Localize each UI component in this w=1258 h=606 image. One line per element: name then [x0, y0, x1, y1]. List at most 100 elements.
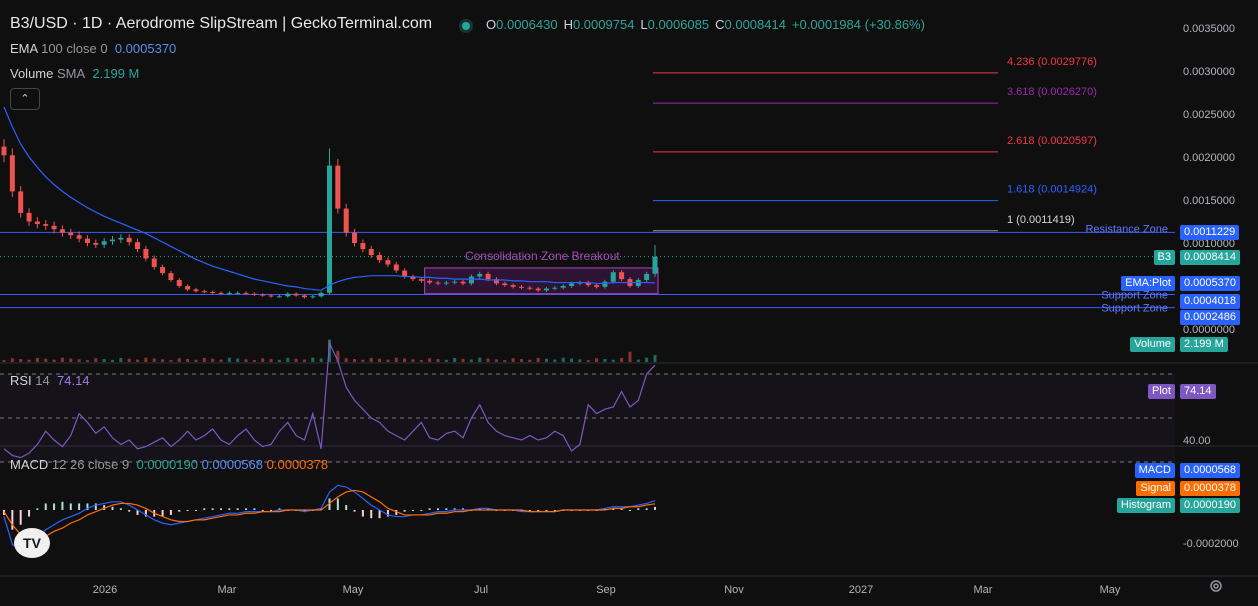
volume-bar [403, 358, 407, 362]
volume-bar [519, 359, 523, 362]
volume-bar [52, 359, 56, 362]
macd-histogram-bar [411, 510, 414, 511]
rsi-legend[interactable]: RSI 14 74.14 [10, 373, 90, 388]
candle-body [527, 287, 533, 289]
change-value: +0.0001984 (+30.86%) [791, 17, 925, 32]
volume-bar [69, 358, 73, 362]
macd-value-tag: 0.0000190 [1180, 498, 1240, 513]
annotation-label: Consolidation Zone Breakout [465, 249, 620, 263]
macd-histogram-bar [361, 510, 364, 517]
candle-body [118, 237, 124, 240]
macd-histogram-bar [437, 508, 439, 510]
y-tick-label: 0.0030000 [1183, 66, 1235, 78]
macd-legend[interactable]: MACD 12 26 close 9 0.0000190 0.0000568 0… [10, 457, 328, 472]
volume-bar [136, 359, 140, 362]
candle-body [126, 237, 132, 243]
fib-level-label: 4.236 (0.0029776) [1007, 56, 1097, 68]
x-tick-label: May [343, 584, 364, 596]
rsi-band [0, 374, 1175, 462]
volume-bar [194, 359, 198, 362]
signal-line [3, 489, 656, 541]
volume-bar [219, 359, 223, 362]
volume-bar [94, 358, 98, 362]
candle-body [51, 225, 57, 230]
volume-bar [286, 357, 290, 362]
ema-legend[interactable]: EMA 100 close 0 0.0005370 [10, 41, 176, 56]
volume-bar [144, 357, 148, 362]
macd-histogram-bar [111, 506, 114, 510]
x-tick-label: 2026 [93, 584, 117, 596]
macd-histogram-bar [128, 510, 131, 512]
volume-bar [486, 358, 490, 362]
macd-histogram-bar [61, 501, 64, 510]
volume-bar [169, 360, 173, 362]
candle-body [385, 260, 391, 265]
volume-bar [302, 359, 306, 362]
macd-histogram-bar [645, 508, 648, 510]
macd-line [3, 484, 656, 551]
candle-body [185, 286, 191, 290]
candle-body [594, 285, 600, 287]
macd-label-tag: MACD [1134, 463, 1175, 478]
x-tick-label: Mar [974, 584, 993, 596]
volume-bar [319, 358, 323, 362]
chevron-up-icon[interactable]: ⌃ [10, 88, 40, 110]
macd-histogram-bar [161, 510, 164, 517]
fib-level-label: 3.618 (0.0026270) [1007, 86, 1097, 98]
zone-label: Support Zone [1101, 303, 1168, 315]
candle-body [110, 239, 115, 242]
volume-bar [461, 358, 465, 362]
candle-body [243, 292, 249, 294]
macd-tick-label: -0.0002000 [1183, 538, 1239, 550]
candle-body [652, 256, 658, 274]
volume-bar [545, 358, 548, 362]
fib-level-label: 2.618 (0.0020597) [1007, 135, 1097, 147]
candle-body [569, 283, 575, 286]
candle-body [310, 296, 316, 298]
volume-bar [227, 357, 231, 362]
macd-histogram-bar [537, 510, 540, 511]
candle-body [84, 238, 90, 243]
macd-histogram-bar [11, 510, 14, 530]
candle-body [218, 292, 224, 294]
candle-body [360, 243, 366, 250]
macd-histogram-bar [236, 508, 239, 510]
volume-bar [369, 357, 373, 362]
volume-legend[interactable]: Volume SMA 2.199 M [10, 66, 139, 81]
macd-histogram-bar [261, 510, 264, 511]
last-price-tag: 0.0008414 [1180, 249, 1240, 265]
candle-body [485, 273, 491, 280]
macd-histogram-bar [353, 510, 356, 512]
fib-level-label: 1.618 (0.0014924) [1007, 184, 1097, 196]
macd-histogram-bar [445, 508, 448, 510]
y-tick-label: 0.0015000 [1183, 195, 1235, 207]
volume-bar [444, 359, 448, 362]
candle-body [301, 295, 307, 298]
volume-bar [353, 359, 357, 362]
x-tick-label: May [1100, 584, 1121, 596]
candle-body [18, 191, 24, 213]
candle-body [235, 292, 241, 294]
volume-bar [469, 359, 473, 362]
volume-bar [586, 360, 590, 362]
zone-price-tag: 0.0002486 [1180, 309, 1240, 325]
volume-bar [494, 359, 498, 362]
volume-bar [127, 358, 131, 362]
candle-body [602, 281, 608, 287]
volume-bar [85, 360, 89, 362]
chart-canvas[interactable]: 0.0035000 0.0030000 0.0025000 0.0020000 0.00… [0, 0, 1258, 606]
macd-histogram-bar [253, 508, 256, 510]
macd-histogram-bar [654, 506, 656, 510]
volume-bar [620, 357, 624, 362]
volume-bar [645, 357, 649, 362]
volume-bar [60, 357, 64, 362]
macd-histogram-bar [428, 508, 431, 510]
volume-bar [27, 359, 31, 362]
volume-bar [428, 358, 432, 362]
gear-icon[interactable] [1208, 578, 1224, 594]
volume-bar [570, 358, 574, 362]
macd-histogram-bar [637, 508, 640, 510]
volume-bar [277, 359, 281, 362]
macd-histogram-bar [78, 503, 81, 510]
macd-histogram-bar [220, 508, 222, 510]
